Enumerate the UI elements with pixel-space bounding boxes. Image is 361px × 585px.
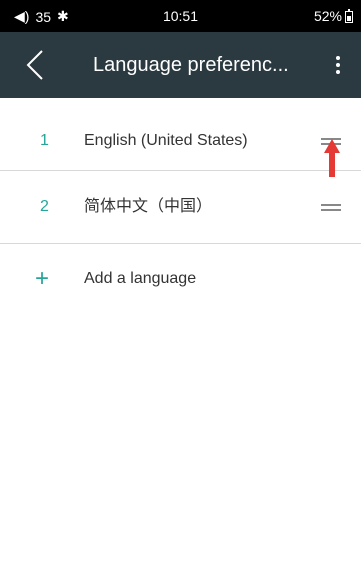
language-item[interactable]: 1 English (United States): [0, 98, 361, 171]
add-language-label: Add a language: [84, 270, 197, 287]
drag-handle-icon[interactable]: [321, 204, 341, 212]
language-label: 简体中文（中国）: [84, 198, 213, 215]
toolbar: Language preferenc...: [0, 32, 361, 98]
add-icon: +: [35, 265, 50, 292]
back-icon[interactable]: [24, 49, 48, 81]
language-item[interactable]: 2 简体中文（中国）: [0, 171, 361, 244]
page-title: Language preferenc...: [93, 54, 289, 76]
add-language-button[interactable]: + Add a language: [0, 244, 361, 314]
language-index: 2: [40, 198, 49, 215]
status-bar: ◀) 35 ✱ 10:51 52%: [0, 0, 361, 32]
battery-icon: [345, 8, 353, 23]
red-arrow-annotation-icon: [324, 139, 340, 177]
battery-percent: 52%: [313, 8, 342, 24]
language-list: 1 English (United States) 2 简体中文（中国） + A…: [0, 98, 361, 314]
status-right: 52%: [314, 8, 353, 24]
status-time: 10:51: [162, 8, 199, 24]
more-options-icon[interactable]: [328, 53, 348, 77]
